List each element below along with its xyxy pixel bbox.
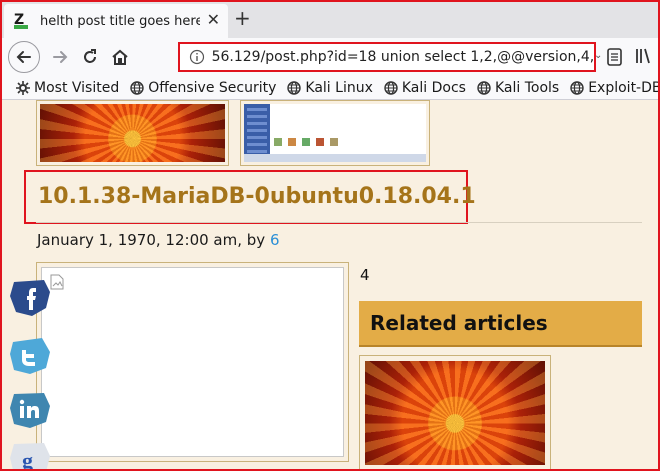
bookmark-label: Kali Tools [494, 79, 560, 96]
new-tab-icon[interactable]: + [234, 6, 251, 30]
broken-image-icon [50, 274, 64, 290]
post-image-frame [36, 262, 349, 462]
browser-tab[interactable]: Z helth post title goes here ✕ [4, 4, 228, 38]
site-favicon: Z [14, 13, 30, 29]
related-articles-heading: Related articles [359, 301, 642, 347]
bookmark-label: Kali Docs [401, 79, 466, 96]
flower-image [40, 104, 225, 162]
post-meta: January 1, 1970, 12:00 am, by 6 [37, 231, 279, 249]
twitter-icon[interactable] [8, 336, 52, 376]
url-text: 56.129/post.php?id=18 union select 1,2,@… [211, 49, 594, 65]
info-icon[interactable] [188, 48, 206, 66]
globe-icon [570, 80, 584, 95]
bookmark-exploit-db[interactable]: Exploit-DB [570, 80, 660, 96]
reload-icon [84, 49, 96, 63]
author-link[interactable]: 6 [270, 231, 280, 249]
back-arrow-icon [16, 51, 31, 63]
bookmark-label: Most Visited [34, 79, 120, 96]
linkedin-icon[interactable] [8, 390, 52, 430]
globe-icon [477, 80, 491, 95]
bookmark-kali-linux[interactable]: Kali Linux [287, 79, 373, 96]
admin-screenshot-image [244, 104, 426, 162]
bookmark-label: Exploit-DB [588, 79, 660, 96]
bookmark-kali-docs[interactable]: Kali Docs [384, 80, 466, 96]
address-bar[interactable]: 56.129/post.php?id=18 union select 1,2,@… [178, 42, 596, 72]
close-tab-icon[interactable]: ✕ [207, 10, 220, 29]
title-divider [36, 222, 642, 223]
globe-icon [287, 80, 302, 95]
page-content: 10.1.38-MariaDB-0ubuntu0.18.04.1 January… [0, 100, 660, 471]
gear-icon [16, 80, 30, 95]
bookmark-label: Offensive Security [148, 79, 277, 96]
globe-icon [384, 80, 398, 95]
post-number: 4 [360, 266, 370, 284]
flower-thumbnail[interactable] [36, 100, 229, 166]
bookmark-label: Kali Linux [305, 79, 373, 96]
facebook-icon[interactable] [8, 278, 52, 318]
back-button[interactable] [8, 41, 40, 73]
home-button[interactable] [104, 41, 136, 73]
google-icon[interactable]: g [8, 440, 52, 471]
post-title[interactable]: 10.1.38-MariaDB-0ubuntu0.18.04.1 [38, 184, 476, 209]
forward-button[interactable] [44, 41, 76, 73]
url-dropdown-icon[interactable]: ⌄ [594, 50, 602, 61]
navigation-bar: 56.129/post.php?id=18 union select 1,2,@… [0, 38, 660, 76]
reader-view-icon[interactable] [606, 47, 624, 67]
tab-title: helth post title goes here [40, 13, 200, 29]
svg-text:g: g [22, 448, 33, 471]
post-date: January 1, 1970, 12:00 am, by [37, 231, 270, 249]
home-icon [112, 49, 128, 65]
library-icon[interactable] [634, 46, 654, 70]
reload-button[interactable] [74, 41, 106, 73]
post-image [41, 267, 344, 457]
bookmark-kali-tools[interactable]: Kali Tools [477, 80, 559, 96]
screenshot-thumbnail[interactable] [240, 100, 430, 166]
globe-icon [130, 80, 144, 95]
related-article-thumbnail[interactable] [359, 355, 551, 471]
flower-image [365, 361, 545, 465]
forward-arrow-icon [53, 51, 68, 63]
bookmarks-toolbar: Most Visited Offensive Security Kali Lin… [0, 76, 660, 100]
tab-bar: Z helth post title goes here ✕ + [0, 0, 660, 38]
bookmark-most-visited[interactable]: Most Visited [16, 80, 119, 96]
bookmark-offensive-security[interactable]: Offensive Security [130, 80, 276, 96]
